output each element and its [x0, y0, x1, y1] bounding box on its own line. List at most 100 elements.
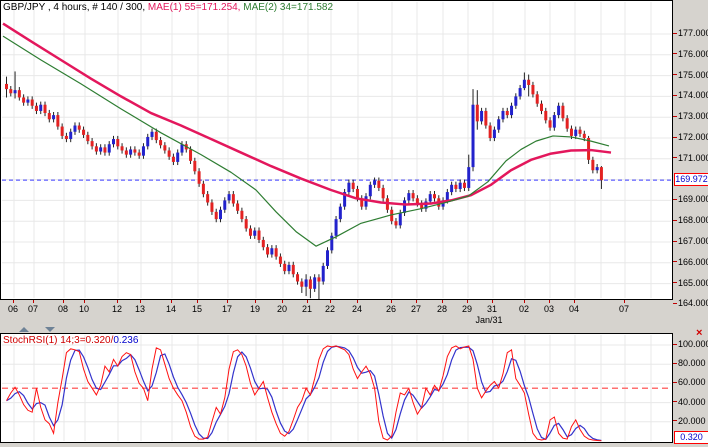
- chart-window: GBP/JPY , 4 hours, # 140 / 300, MAE(1) 5…: [0, 0, 708, 447]
- time-axis-label: 02: [514, 304, 534, 314]
- time-axis-label: 08: [53, 304, 73, 314]
- time-axis-tick: [624, 300, 625, 303]
- splitter-up-arrow-icon[interactable]: [19, 327, 29, 332]
- time-axis-label: 07: [614, 304, 634, 314]
- indicator-value-tag: 0.320: [674, 431, 708, 444]
- time-axis-label: 28: [432, 304, 452, 314]
- price-axis-label: 171.000: [678, 153, 708, 163]
- time-axis-label: 15: [187, 304, 207, 314]
- indicator-axis-label: 100.000: [678, 339, 708, 349]
- price-axis-label: 164.000: [678, 298, 708, 308]
- price-axis-tick: [673, 157, 677, 158]
- chart-title: GBP/JPY , 4 hours, # 140 / 300, MAE(1) 5…: [3, 2, 333, 13]
- time-axis-label: 06: [3, 304, 23, 314]
- price-axis-tick: [673, 199, 677, 200]
- time-axis-tick: [391, 300, 392, 303]
- time-axis-tick: [416, 300, 417, 303]
- time-axis-tick: [171, 300, 172, 303]
- price-axis-tick: [673, 33, 677, 34]
- price-axis-tick: [673, 116, 677, 117]
- indicator-title-main: StochRSI(1) 14;3=0.320: [3, 335, 111, 346]
- price-axis-label: 173.000: [678, 111, 708, 121]
- price-axis-label: 168.000: [678, 215, 708, 225]
- time-axis-label: 20: [272, 304, 292, 314]
- time-axis-tick: [255, 300, 256, 303]
- indicator-canvas[interactable]: [1, 334, 672, 442]
- time-axis-tick: [140, 300, 141, 303]
- moving-average-lines: [3, 24, 611, 247]
- time-axis-label: 17: [217, 304, 237, 314]
- candlesticks: [5, 71, 603, 299]
- time-axis-tick: [442, 300, 443, 303]
- time-axis-tick: [63, 300, 64, 303]
- time-axis-label: 03: [539, 304, 559, 314]
- indicator-axis-label: 40.000: [678, 397, 706, 407]
- price-axis-label: 175.000: [678, 70, 708, 80]
- time-axis-tick: [197, 300, 198, 303]
- price-axis-label: 172.000: [678, 132, 708, 142]
- indicator-axis-tick: [673, 420, 677, 421]
- time-axis-label: 27: [406, 304, 426, 314]
- price-axis-label: 167.000: [678, 236, 708, 246]
- price-axis-tick: [673, 220, 677, 221]
- time-axis-label: 21: [297, 304, 317, 314]
- indicator-axis-tick: [673, 344, 677, 345]
- price-axis-tick: [673, 137, 677, 138]
- price-axis-tick: [673, 282, 677, 283]
- time-axis-label: 24: [347, 304, 367, 314]
- indicator-panel[interactable]: [0, 333, 673, 443]
- time-axis-label: 14: [161, 304, 181, 314]
- indicator-title: StochRSI(1) 14;3=0.320/0.236: [3, 335, 138, 346]
- splitter-down-arrow-icon[interactable]: [45, 327, 55, 332]
- time-axis-label: 26: [381, 304, 401, 314]
- time-axis-label: 22: [320, 304, 340, 314]
- time-axis-tick: [467, 300, 468, 303]
- time-axis-tick: [227, 300, 228, 303]
- price-axis-tick: [673, 241, 677, 242]
- indicator-axis-label: 20.000: [678, 416, 706, 426]
- time-axis-tick: [282, 300, 283, 303]
- time-axis-tick: [574, 300, 575, 303]
- price-axis-tick: [673, 53, 677, 54]
- chart-title-ma2: MAE(2) 34=171.582: [243, 2, 333, 13]
- price-axis-tick: [673, 261, 677, 262]
- indicator-axis-tick: [673, 363, 677, 364]
- price-axis-tick: [673, 74, 677, 75]
- time-axis-tick: [492, 300, 493, 303]
- indicator-axis-label: 60.000: [678, 377, 706, 387]
- price-axis-tick: [673, 303, 677, 304]
- time-axis-tick: [357, 300, 358, 303]
- time-axis-label: 31: [482, 304, 502, 314]
- time-axis-tick: [549, 300, 550, 303]
- main-chart-panel[interactable]: [0, 0, 673, 300]
- time-axis-label: 12: [107, 304, 127, 314]
- stochrsi-lines: [7, 346, 602, 441]
- price-axis-label: 174.000: [678, 90, 708, 100]
- price-axis-tick: [673, 95, 677, 96]
- indicator-title-signal: 0.236: [113, 335, 138, 346]
- price-axis-label: 177.000: [678, 28, 708, 38]
- time-axis-label: 13: [130, 304, 150, 314]
- time-axis-tick: [33, 300, 34, 303]
- time-axis-label: 04: [564, 304, 584, 314]
- time-axis-label: 10: [74, 304, 94, 314]
- indicator-axis-tick: [673, 382, 677, 383]
- indicator-axis-label: 80.000: [678, 358, 706, 368]
- price-axis-label: 165.000: [678, 278, 708, 288]
- time-axis-label: 29: [457, 304, 477, 314]
- time-axis-tick: [524, 300, 525, 303]
- current-price-tag: 169.972: [674, 173, 708, 186]
- time-axis-label: 19: [245, 304, 265, 314]
- time-axis-month-label: Jan/31: [469, 315, 509, 325]
- time-axis-tick: [330, 300, 331, 303]
- time-axis-label: 07: [23, 304, 43, 314]
- price-axis-label: 176.000: [678, 49, 708, 59]
- price-axis-label: 169.000: [678, 194, 708, 204]
- price-axis-label: 166.000: [678, 257, 708, 267]
- time-axis-tick: [13, 300, 14, 303]
- time-axis-tick: [117, 300, 118, 303]
- indicator-axis-tick: [673, 401, 677, 402]
- indicator-close-icon[interactable]: ×: [696, 328, 702, 339]
- time-axis-tick: [84, 300, 85, 303]
- main-chart-canvas[interactable]: [1, 1, 672, 299]
